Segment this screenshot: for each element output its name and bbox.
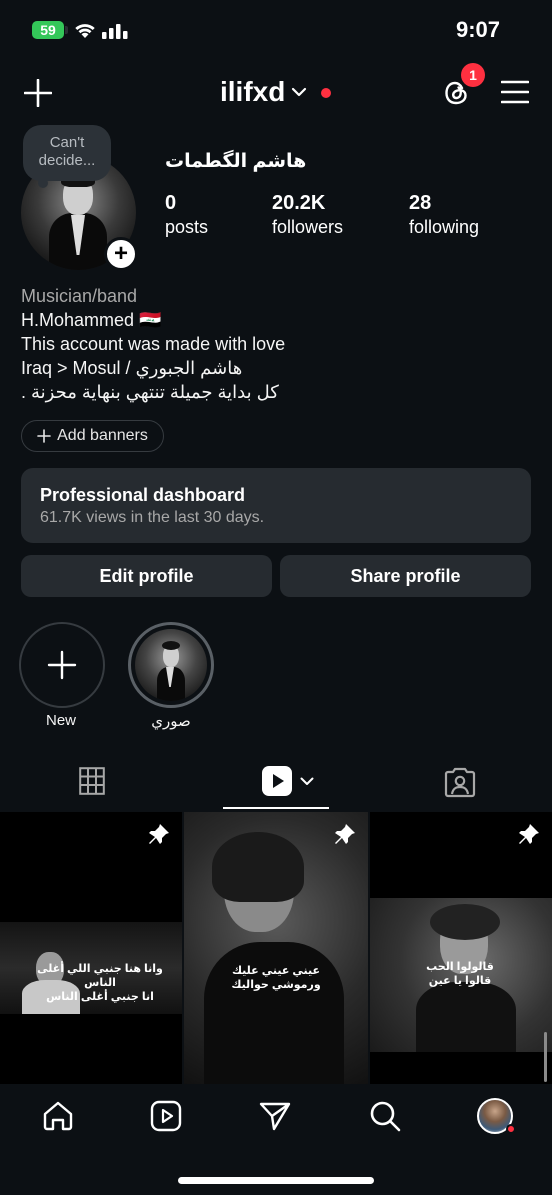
wifi-icon	[75, 24, 95, 38]
unread-dot	[321, 88, 331, 98]
note-bubble[interactable]: Can't decide...	[23, 125, 111, 181]
battery-indicator: 59	[32, 21, 64, 39]
stat-following[interactable]: 28 following	[409, 191, 479, 239]
reel-tile[interactable]: وانا هنا جنبي اللي أغلى الناس انا جنبي أ…	[0, 812, 182, 1084]
stat-value: 28	[409, 192, 432, 214]
highlight-photos[interactable]	[128, 622, 214, 708]
reels-nav-icon[interactable]	[150, 1100, 182, 1132]
bio: Musician/band H.Mohammed 🇮🇶 This account…	[21, 284, 285, 404]
add-banners-button[interactable]: Add banners	[21, 420, 164, 452]
plus-icon	[47, 650, 77, 680]
reel-caption: عيني عيني عليك ورموشي حواليك	[231, 965, 321, 991]
professional-dashboard[interactable]: Professional dashboard 61.7K views in th…	[21, 468, 531, 543]
menu-icon[interactable]	[501, 80, 529, 104]
reel-tile[interactable]: قالولوا الحب قالوا يا عين	[370, 812, 552, 1084]
search-icon[interactable]	[369, 1100, 401, 1132]
notification-badge: 1	[461, 63, 485, 87]
bio-category: Musician/band	[21, 286, 138, 306]
plus-icon	[37, 429, 51, 443]
account-switcher[interactable]: ilifxd	[220, 76, 307, 108]
profile-full-name: هاشم الگطمات	[165, 151, 307, 172]
pinned-icon	[149, 824, 169, 844]
highlight-label: New	[45, 712, 76, 729]
new-highlight-button[interactable]	[19, 622, 105, 708]
grid-tab-icon[interactable]	[79, 767, 105, 795]
add-story-plus-icon[interactable]: +	[104, 237, 138, 271]
tagged-tab-icon[interactable]	[444, 766, 476, 798]
stat-value: 20.2K	[272, 192, 326, 214]
home-indicator	[178, 1177, 374, 1184]
reels-tab[interactable]	[262, 766, 314, 796]
direct-messages-icon[interactable]	[259, 1101, 291, 1131]
pinned-icon	[335, 824, 355, 844]
bio-line: This account was made with love	[21, 334, 286, 354]
bio-line: Iraq > Mosul / هاشم الجبوري	[21, 358, 243, 378]
bio-line: H.Mohammed 🇮🇶	[21, 310, 162, 330]
share-profile-button[interactable]: Share profile	[280, 555, 531, 597]
reel-tile[interactable]: عيني عيني عليك ورموشي حواليك	[184, 812, 368, 1084]
chevron-down-icon	[292, 87, 307, 97]
stat-label: posts	[165, 217, 209, 237]
reel-caption: وانا هنا جنبي اللي أغلى الناس انا جنبي أ…	[37, 963, 163, 1003]
scroll-indicator	[544, 1032, 547, 1082]
status-time: 9:07	[455, 17, 500, 42]
stat-label: followers	[272, 217, 344, 237]
chevron-down-icon	[300, 777, 314, 785]
battery-tip	[65, 26, 68, 34]
stat-value: 0	[165, 192, 177, 214]
reel-caption: قالولوا الحب قالوا يا عين	[426, 961, 494, 987]
home-icon[interactable]	[42, 1100, 74, 1132]
unread-dot	[506, 1124, 516, 1134]
dashboard-subtitle: 61.7K views in the last 30 days.	[40, 509, 265, 526]
dashboard-title: Professional dashboard	[40, 485, 246, 505]
highlight-label: صوري	[151, 713, 191, 730]
pinned-icon	[519, 824, 539, 844]
username-label: ilifxd	[220, 76, 286, 107]
stat-followers[interactable]: 20.2K followers	[272, 191, 343, 239]
stat-label: following	[409, 217, 480, 237]
stat-posts[interactable]: 0 posts	[165, 191, 208, 239]
bio-line: كل بداية جميلة تنتهي بنهاية محزنة .	[21, 382, 279, 402]
create-plus-icon[interactable]	[24, 79, 52, 107]
active-tab-indicator	[223, 807, 329, 809]
signal-icon	[102, 24, 128, 39]
reels-icon	[262, 766, 292, 796]
edit-profile-button[interactable]: Edit profile	[21, 555, 272, 597]
add-banners-label: Add banners	[57, 427, 148, 444]
